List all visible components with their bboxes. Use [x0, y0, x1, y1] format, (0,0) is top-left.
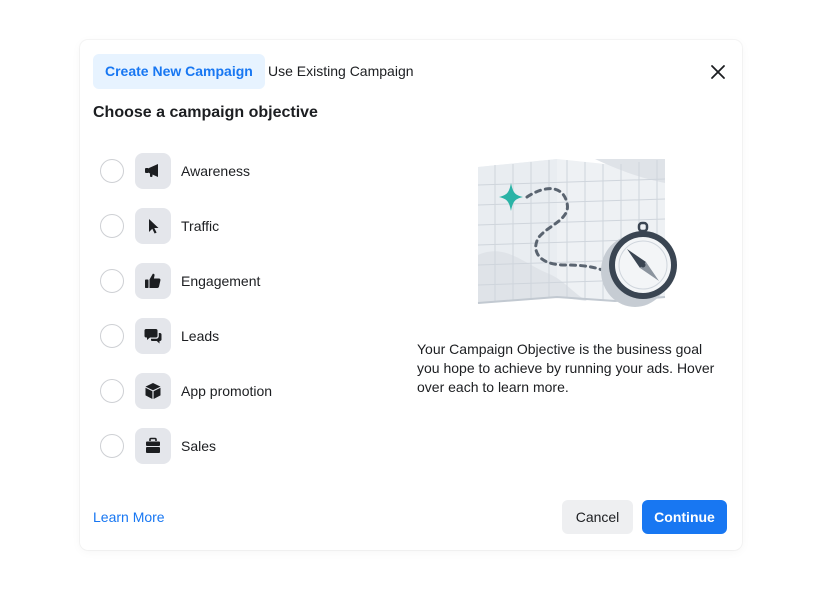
thumbs-up-icon — [145, 273, 161, 288]
objective-label: Awareness — [181, 162, 251, 179]
map-compass-illustration — [477, 159, 677, 307]
radio-button[interactable] — [100, 213, 124, 238]
close-icon — [711, 65, 725, 79]
objective-label: Engagement — [181, 272, 261, 289]
objective-label: Sales — [181, 437, 217, 454]
briefcase-icon — [146, 437, 160, 453]
radio-button[interactable] — [100, 158, 124, 183]
megaphone-icon — [145, 163, 158, 177]
tab-use-existing-campaign[interactable]: Use Existing Campaign — [256, 54, 426, 89]
cursor-icon — [149, 218, 159, 233]
objective-description: Your Campaign Objective is the business … — [417, 341, 715, 395]
objective-label: Traffic — [181, 217, 220, 234]
page-title: Choose a campaign objective — [93, 104, 318, 121]
radio-button[interactable] — [100, 433, 124, 458]
box-icon — [145, 382, 161, 399]
radio-button[interactable] — [100, 268, 124, 293]
learn-more-link[interactable]: Learn More — [93, 509, 165, 525]
chat-bubbles-icon — [144, 328, 162, 343]
objective-label: App promotion — [181, 382, 273, 399]
objective-label: Leads — [181, 327, 220, 344]
objective-list: Awareness Traffic Engagement Leads App p… — [100, 143, 400, 473]
radio-button[interactable] — [100, 323, 124, 348]
radio-button[interactable] — [100, 378, 124, 403]
tab-create-new-campaign[interactable]: Create New Campaign — [93, 54, 265, 89]
objective-traffic[interactable]: Traffic — [100, 198, 400, 253]
cancel-button[interactable]: Cancel — [562, 500, 633, 534]
objective-leads[interactable]: Leads — [100, 308, 400, 363]
objective-sales[interactable]: Sales — [100, 418, 400, 473]
continue-button[interactable]: Continue — [642, 500, 727, 534]
campaign-dialog: Create New Campaign Use Existing Campaig… — [80, 40, 742, 550]
objective-awareness[interactable]: Awareness — [100, 143, 400, 198]
objective-engagement[interactable]: Engagement — [100, 253, 400, 308]
objective-app-promotion[interactable]: App promotion — [100, 363, 400, 418]
close-button[interactable] — [706, 60, 730, 84]
